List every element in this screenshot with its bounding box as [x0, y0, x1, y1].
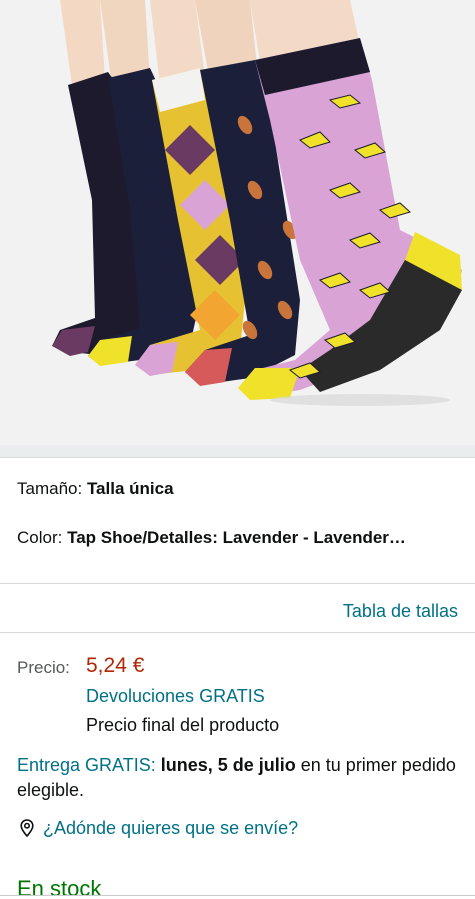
size-label: Tamaño:: [17, 479, 87, 498]
divider: [0, 632, 475, 633]
location-pin-icon: [20, 819, 34, 838]
free-delivery-link[interactable]: Entrega GRATIS:: [17, 755, 156, 775]
price-value: 5,24 €: [86, 654, 145, 677]
price-label: Precio:: [17, 658, 70, 677]
final-price-note: Precio final del producto: [86, 715, 280, 735]
deliver-to-location-link[interactable]: ¿Adónde quieres que se envíe?: [17, 817, 298, 839]
color-label: Color:: [17, 528, 68, 547]
section-separator: [0, 445, 475, 457]
free-returns-link[interactable]: Devoluciones GRATIS: [86, 685, 265, 707]
divider: [0, 457, 475, 458]
size-variation[interactable]: Tamaño: Talla única: [17, 478, 462, 500]
divider: [0, 583, 475, 584]
color-value: Tap Shoe/Detalles: Lavender - Lavender…: [67, 528, 406, 547]
size-chart-link[interactable]: Tabla de tallas: [343, 600, 458, 622]
size-value: Talla única: [86, 479, 174, 498]
location-label: ¿Adónde quieres que se envíe?: [43, 818, 299, 838]
product-image[interactable]: [0, 0, 475, 445]
delivery-date: lunes, 5 de julio: [160, 755, 296, 775]
socks-illustration: [0, 0, 475, 445]
delivery-info: Entrega GRATIS: lunes, 5 de julio en tu …: [17, 753, 457, 803]
color-variation[interactable]: Color: Tap Shoe/Detalles: Lavender - Lav…: [17, 527, 462, 549]
